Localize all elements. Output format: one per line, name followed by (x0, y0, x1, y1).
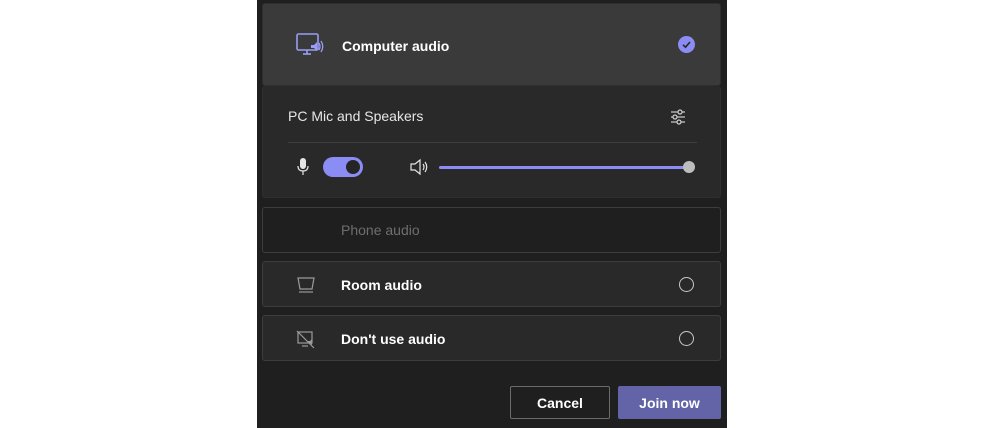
no-audio-option[interactable]: Don't use audio (262, 315, 721, 361)
room-audio-icon (295, 275, 317, 295)
microphone-icon (297, 157, 309, 182)
room-audio-radio[interactable] (679, 277, 694, 292)
no-audio-label: Don't use audio (341, 331, 446, 347)
device-settings-icon[interactable] (668, 107, 688, 127)
no-audio-radio[interactable] (679, 331, 694, 346)
slider-track (439, 166, 689, 169)
divider (288, 142, 697, 143)
computer-audio-label: Computer audio (342, 38, 450, 54)
join-now-button[interactable]: Join now (618, 386, 721, 419)
toggle-knob (346, 160, 360, 174)
speaker-volume-slider[interactable] (439, 161, 695, 173)
computer-audio-option[interactable]: Computer audio (262, 3, 721, 86)
device-settings-panel: PC Mic and Speakers (262, 86, 721, 198)
room-audio-label: Room audio (341, 277, 422, 293)
audio-options-panel: Computer audio PC Mic and Speakers Phone… (257, 0, 727, 428)
cancel-button[interactable]: Cancel (510, 386, 610, 419)
room-audio-option[interactable]: Room audio (262, 261, 721, 307)
selected-check-icon (678, 36, 695, 53)
device-name: PC Mic and Speakers (288, 108, 424, 124)
phone-audio-label: Phone audio (341, 222, 420, 238)
computer-audio-icon (295, 31, 325, 61)
slider-thumb[interactable] (683, 161, 695, 173)
speaker-icon (409, 158, 429, 181)
phone-audio-option: Phone audio (262, 207, 721, 253)
mic-toggle[interactable] (323, 157, 363, 177)
no-audio-icon (296, 330, 316, 350)
